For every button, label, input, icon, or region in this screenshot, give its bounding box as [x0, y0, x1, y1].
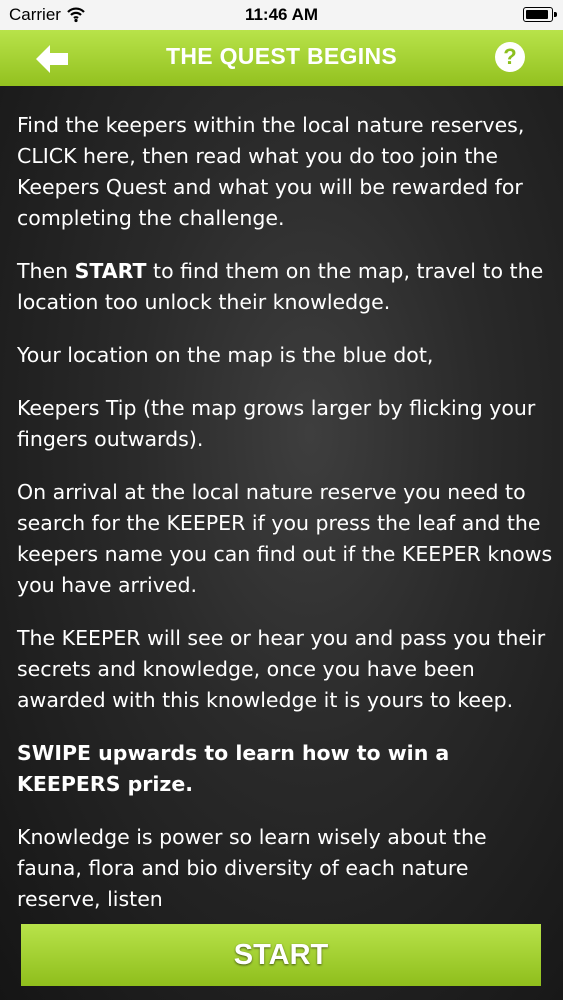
nav-bar: THE QUEST BEGINS ? — [0, 30, 563, 86]
help-button[interactable]: ? — [495, 42, 525, 72]
instructions-text: Find the keepers within the local nature… — [17, 110, 553, 937]
paragraph-swipe: SWIPE upwards to learn how to win a KEEP… — [17, 741, 450, 796]
status-bar: Carrier 11:46 AM — [0, 0, 563, 30]
paragraph-find-keepers: Find the keepers within the local nature… — [17, 113, 525, 230]
paragraph-arrival: On arrival at the local nature reserve y… — [17, 480, 553, 597]
paragraph-location: Your location on the map is the blue dot… — [17, 343, 434, 367]
status-time: 11:46 AM — [244, 5, 319, 24]
page-title: THE QUEST BEGINS — [166, 43, 397, 69]
help-icon: ? — [503, 44, 517, 69]
start-button[interactable]: START — [21, 924, 541, 986]
content-area[interactable]: Find the keepers within the local nature… — [0, 86, 563, 1000]
paragraph-knowledge: Knowledge is power so learn wisely about… — [17, 825, 487, 911]
paragraph-start: Then START to find them on the map, trav… — [17, 259, 544, 314]
paragraph-tip: Keepers Tip (the map grows larger by fli… — [17, 396, 536, 451]
paragraph-keeper: The KEEPER will see or hear you and pass… — [17, 626, 546, 712]
battery-icon — [523, 7, 557, 22]
start-emphasis: START — [74, 259, 147, 283]
